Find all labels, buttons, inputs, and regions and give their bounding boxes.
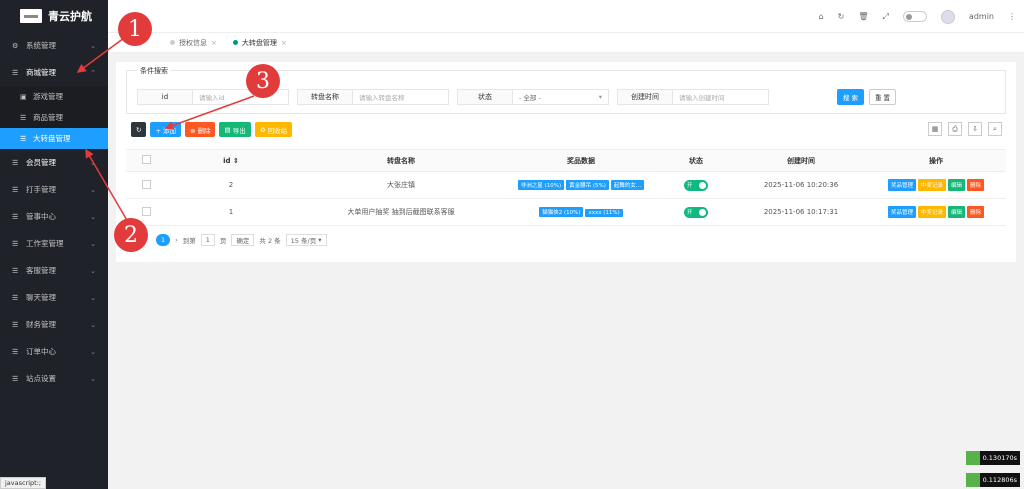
annotation-2: 2 [114, 218, 148, 252]
arrow-1 [76, 37, 125, 73]
annotation-1: 1 [118, 12, 152, 46]
annotation-arrows [76, 37, 255, 223]
annotation-3: 3 [246, 64, 280, 98]
arrow-3 [164, 95, 255, 130]
leaf-icon [965, 451, 980, 465]
status-bar: javascript:; [0, 477, 47, 489]
timing-badge: 0.130170s [965, 451, 1020, 465]
leaf-icon [965, 473, 980, 487]
arrow-2 [85, 148, 129, 223]
timing-badge: 0.112806s [965, 473, 1020, 487]
